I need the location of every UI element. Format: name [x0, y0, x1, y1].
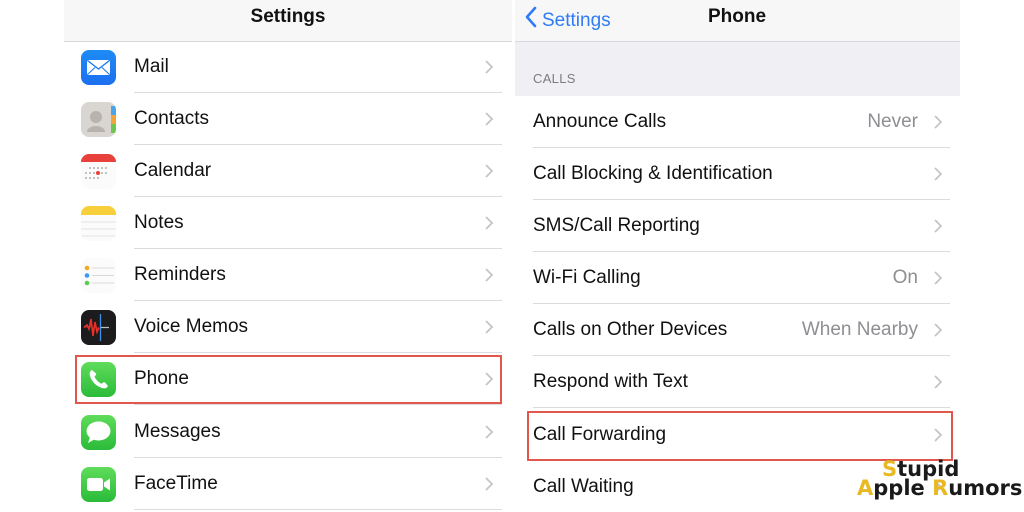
- contacts-icon: [81, 102, 116, 137]
- chevron-right-icon: [485, 320, 494, 334]
- phone-item-label: Call Forwarding: [533, 424, 667, 445]
- settings-item-label: Mail: [134, 56, 169, 77]
- phone-item-respond-with-text[interactable]: Respond with Text: [515, 356, 960, 408]
- calls-section-header: CALLS: [515, 42, 960, 96]
- back-button[interactable]: Settings: [525, 0, 611, 41]
- calendar-icon: [81, 154, 116, 189]
- phone-item-label: Call Blocking & Identification: [533, 163, 773, 184]
- phone-nav-bar: Settings Phone: [515, 0, 960, 42]
- chevron-right-icon: [485, 268, 494, 282]
- settings-item-label: Calendar: [134, 160, 212, 181]
- phone-item-announce-calls[interactable]: Announce Calls Never: [515, 96, 960, 148]
- phone-title: Phone: [708, 6, 767, 27]
- section-label: CALLS: [533, 71, 576, 86]
- settings-item-contacts[interactable]: Contacts: [64, 93, 512, 145]
- phone-item-label: Respond with Text: [533, 371, 688, 392]
- phone-item-label: Calls on Other Devices: [533, 319, 728, 340]
- phone-icon: [81, 362, 116, 397]
- chevron-right-icon: [485, 477, 494, 491]
- watermark-accent-letter: A: [857, 476, 874, 500]
- settings-item-label: Reminders: [134, 264, 226, 285]
- phone-item-label: Wi-Fi Calling: [533, 267, 641, 288]
- chevron-right-icon: [485, 164, 494, 178]
- phone-item-label: Call Waiting: [533, 476, 634, 497]
- chevron-right-icon: [485, 372, 494, 386]
- settings-item-label: FaceTime: [134, 473, 218, 494]
- chevron-right-icon: [485, 425, 494, 439]
- settings-item-label: Phone: [134, 368, 189, 389]
- back-button-label: Settings: [542, 10, 611, 31]
- phone-settings-panel: Settings Phone CALLS Announce Calls Neve…: [515, 0, 960, 512]
- watermark-logo: Stupid Apple Rumors: [857, 459, 1022, 500]
- chevron-right-icon: [934, 271, 943, 285]
- watermark-accent-letter: R: [932, 476, 949, 500]
- chevron-right-icon: [485, 216, 494, 230]
- phone-item-call-forwarding[interactable]: Call Forwarding: [515, 409, 960, 461]
- chevron-right-icon: [485, 60, 494, 74]
- messages-icon: [81, 415, 116, 450]
- phone-item-value: Never: [867, 111, 918, 132]
- chevron-right-icon: [485, 112, 494, 126]
- settings-item-calendar[interactable]: Calendar: [64, 145, 512, 197]
- settings-panel: Settings Mail Contacts Calendar Notes Re…: [64, 0, 512, 512]
- chevron-right-icon: [934, 375, 943, 389]
- watermark-text: pple: [873, 476, 933, 500]
- phone-item-calls-on-other-devices[interactable]: Calls on Other Devices When Nearby: [515, 304, 960, 356]
- phone-item-label: Announce Calls: [533, 111, 667, 132]
- phone-item-label: SMS/Call Reporting: [533, 215, 700, 236]
- settings-item-notes[interactable]: Notes: [64, 197, 512, 249]
- phone-item-call-blocking[interactable]: Call Blocking & Identification: [515, 148, 960, 200]
- watermark-text: umors: [948, 476, 1023, 500]
- voice-memos-icon: [81, 310, 116, 345]
- settings-title: Settings: [250, 6, 326, 27]
- settings-item-label: Contacts: [134, 108, 209, 129]
- settings-item-mail[interactable]: Mail: [64, 41, 512, 93]
- chevron-right-icon: [934, 167, 943, 181]
- settings-nav-bar: Settings: [64, 0, 512, 42]
- phone-item-wifi-calling[interactable]: Wi-Fi Calling On: [515, 252, 960, 304]
- row-divider: [533, 407, 950, 408]
- settings-item-voice-memos[interactable]: Voice Memos: [64, 301, 512, 353]
- settings-item-phone[interactable]: Phone: [64, 353, 512, 405]
- facetime-icon: [81, 467, 116, 502]
- row-divider: [134, 404, 502, 405]
- chevron-right-icon: [934, 428, 943, 442]
- phone-item-sms-call-reporting[interactable]: SMS/Call Reporting: [515, 200, 960, 252]
- phone-item-value: When Nearby: [801, 319, 918, 340]
- row-divider: [134, 509, 502, 510]
- settings-item-facetime[interactable]: FaceTime: [64, 458, 512, 510]
- chevron-left-icon: [525, 6, 537, 27]
- settings-item-reminders[interactable]: Reminders: [64, 249, 512, 301]
- phone-item-value: On: [892, 267, 918, 288]
- settings-item-messages[interactable]: Messages: [64, 406, 512, 458]
- chevron-right-icon: [934, 323, 943, 337]
- chevron-right-icon: [934, 219, 943, 233]
- notes-icon: [81, 206, 116, 241]
- settings-item-label: Messages: [134, 421, 221, 442]
- reminders-icon: [81, 258, 116, 293]
- settings-item-label: Voice Memos: [134, 316, 249, 337]
- mail-icon: [81, 50, 116, 85]
- chevron-right-icon: [934, 115, 943, 129]
- watermark-line-2: Apple Rumors: [857, 476, 1022, 500]
- settings-item-label: Notes: [134, 212, 184, 233]
